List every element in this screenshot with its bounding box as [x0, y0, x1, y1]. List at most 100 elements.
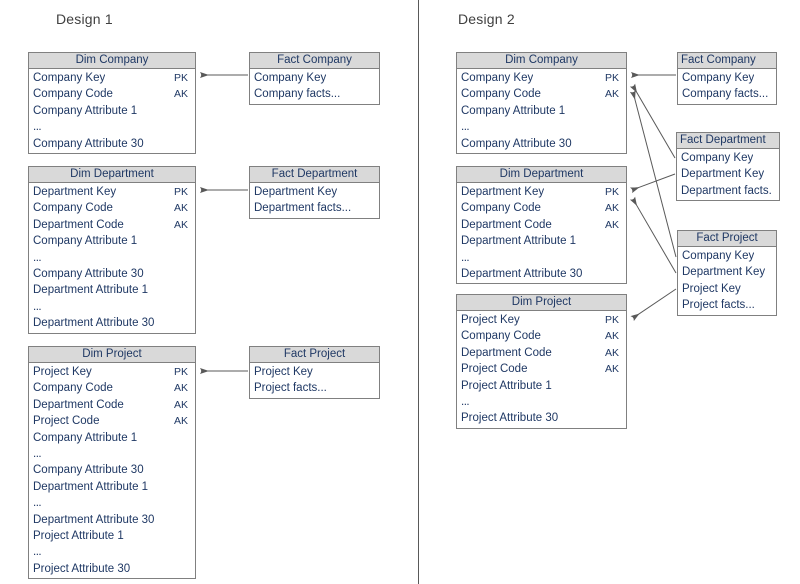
entity-row: Company Key PK: [457, 70, 626, 86]
arrow-fact-project-to-dim-department-d2: [629, 196, 677, 274]
entity-row-name: Project facts...: [682, 299, 755, 312]
entity-fact-company-design1[interactable]: Fact Company Company Key Company facts...: [249, 52, 380, 105]
entity-row-name: Company Key: [33, 72, 106, 84]
entity-row-name: Project facts...: [254, 382, 327, 395]
panel-divider: [418, 0, 419, 584]
entity-row-name: Company Attribute 1: [33, 431, 138, 444]
panel-title-design-1: Design 1: [56, 11, 113, 27]
entity-row: Company Attribute 1: [29, 430, 195, 446]
entity-fact-department-design2[interactable]: Fact Department Company Key Department Ke…: [676, 132, 780, 202]
entity-row-name: Project Code: [461, 363, 528, 376]
entity-row-name: Department facts...: [254, 202, 352, 215]
entity-fact-company-design2[interactable]: Fact Company Company Key Company facts...: [677, 52, 777, 105]
entity-header: Dim Company: [457, 53, 626, 69]
entity-row-name: Company Code: [461, 202, 541, 215]
entity-row-key: AK: [173, 398, 188, 411]
entity-row-name: Company Code: [33, 88, 113, 101]
entity-row-key: AK: [173, 415, 188, 428]
entity-row-name: Company Attribute 1: [33, 104, 138, 117]
entity-dim-project-design2[interactable]: Dim Project Project Key PK Company Code AK D…: [456, 294, 627, 429]
entity-row-name: Company Code: [461, 330, 541, 343]
entity-dim-department-design1[interactable]: Dim Department Department Key PK Company C…: [28, 166, 196, 334]
entity-header: Dim Company: [29, 53, 195, 69]
entity-row-name: ...: [33, 300, 42, 313]
entity-row-name: Company facts...: [682, 88, 769, 101]
entity-row-name: Department Attribute 30: [33, 317, 155, 330]
entity-row-key: PK: [173, 186, 188, 198]
entity-row-name: ...: [33, 251, 42, 264]
entity-row: Department Key PK: [457, 184, 626, 200]
entity-dim-company-design2[interactable]: Dim Company Company Key PK Company Code AK C…: [456, 52, 627, 154]
entity-row: ...: [29, 544, 195, 560]
entity-row-name: ...: [461, 121, 470, 134]
entity-row: Department Attribute 1: [29, 282, 195, 298]
entity-fact-project-design1[interactable]: Fact Project Project Key Project facts...: [249, 346, 380, 399]
entity-row: Company facts...: [678, 86, 776, 102]
entity-row: Project Key PK: [457, 312, 626, 328]
entity-row: Department Code AK: [29, 217, 195, 233]
entity-row: Company Code AK: [457, 328, 626, 344]
entity-fact-project-design2[interactable]: Fact Project Company Key Department Key Pr…: [677, 230, 777, 316]
entity-row-name: Project Key: [33, 366, 92, 378]
entity-row: Department Attribute 30: [29, 315, 195, 331]
entity-row-key: AK: [604, 330, 619, 343]
entity-row-name: Department Key: [461, 186, 545, 198]
entity-header: Fact Project: [678, 231, 776, 247]
entity-row: Company Code AK: [457, 200, 626, 216]
entity-row: ...: [457, 119, 626, 135]
entity-row: Department Code AK: [457, 217, 626, 233]
entity-row-name: Department Attribute 1: [33, 284, 149, 297]
entity-body: Company Key PK Company Code AK Company Attri…: [457, 69, 626, 153]
entity-row-key: PK: [604, 186, 619, 198]
entity-dim-project-design1[interactable]: Dim Project Project Key PK Company Code AK D…: [28, 346, 196, 580]
entity-row-name: Department Attribute 1: [461, 235, 577, 248]
entity-row-key: PK: [173, 366, 188, 378]
entity-row-key: AK: [604, 346, 619, 359]
arrow-fact-department-to-dim-company-d2: [629, 83, 676, 159]
entity-row: ...: [29, 446, 195, 462]
entity-body: Project Key PK Company Code AK Department Co…: [29, 363, 195, 578]
entity-row-name: Company Attribute 30: [461, 137, 572, 150]
entity-row-name: Company Attribute 30: [33, 464, 144, 477]
arrow-fact-project-to-dim-project-d2: [630, 288, 677, 322]
entity-row: Company Key: [678, 70, 776, 86]
entity-row-name: ...: [461, 251, 470, 264]
entity-row: Department Code AK: [29, 397, 195, 413]
entity-row-key: AK: [173, 202, 188, 215]
entity-dim-company-design1[interactable]: Dim Company Company Key PK Company Code AK C…: [28, 52, 196, 154]
entity-row-name: Department Key: [682, 266, 766, 279]
entity-row-name: Project Key: [461, 314, 520, 326]
entity-row: Department facts...: [677, 183, 779, 199]
entity-row-name: Department Key: [254, 186, 338, 198]
entity-row: Project facts...: [250, 380, 379, 396]
entity-row-name: Company Key: [254, 72, 327, 84]
entity-row-name: Company Code: [461, 88, 541, 101]
entity-row: ...: [457, 394, 626, 410]
entity-header: Dim Department: [29, 167, 195, 183]
entity-row-name: Company Code: [33, 202, 113, 215]
entity-row-key: PK: [604, 314, 619, 326]
entity-body: Project Key Project facts...: [250, 363, 379, 398]
entity-row: Company Attribute 30: [29, 136, 195, 152]
entity-row-name: Company Code: [33, 382, 113, 395]
entity-row-name: Department Attribute 1: [33, 480, 149, 493]
entity-body: Project Key PK Company Code AK Department Co…: [457, 311, 626, 428]
entity-row: Project Key PK: [29, 364, 195, 380]
entity-row: Company Attribute 1: [29, 103, 195, 119]
entity-row: Company facts...: [250, 86, 379, 102]
entity-row-name: Company Key: [682, 72, 755, 84]
entity-row-name: Project Key: [682, 282, 741, 295]
entity-row-name: ...: [33, 121, 42, 134]
entity-row-name: Department Code: [33, 218, 124, 231]
entity-row-key: AK: [604, 202, 619, 215]
entity-row: Department Key: [250, 184, 379, 200]
entity-row: Project facts...: [678, 297, 776, 313]
entity-dim-department-design2[interactable]: Dim Department Department Key PK Company C…: [456, 166, 627, 285]
entity-row-name: Department Code: [461, 346, 552, 359]
entity-row: Department Attribute 1: [457, 233, 626, 249]
entity-fact-department-design1[interactable]: Fact Department Department Key Department…: [249, 166, 380, 219]
entity-row: Department Attribute 1: [29, 479, 195, 495]
entity-row-name: Company Key: [461, 72, 534, 84]
entity-row-name: Department Code: [33, 398, 124, 411]
entity-row-key: AK: [604, 88, 619, 101]
